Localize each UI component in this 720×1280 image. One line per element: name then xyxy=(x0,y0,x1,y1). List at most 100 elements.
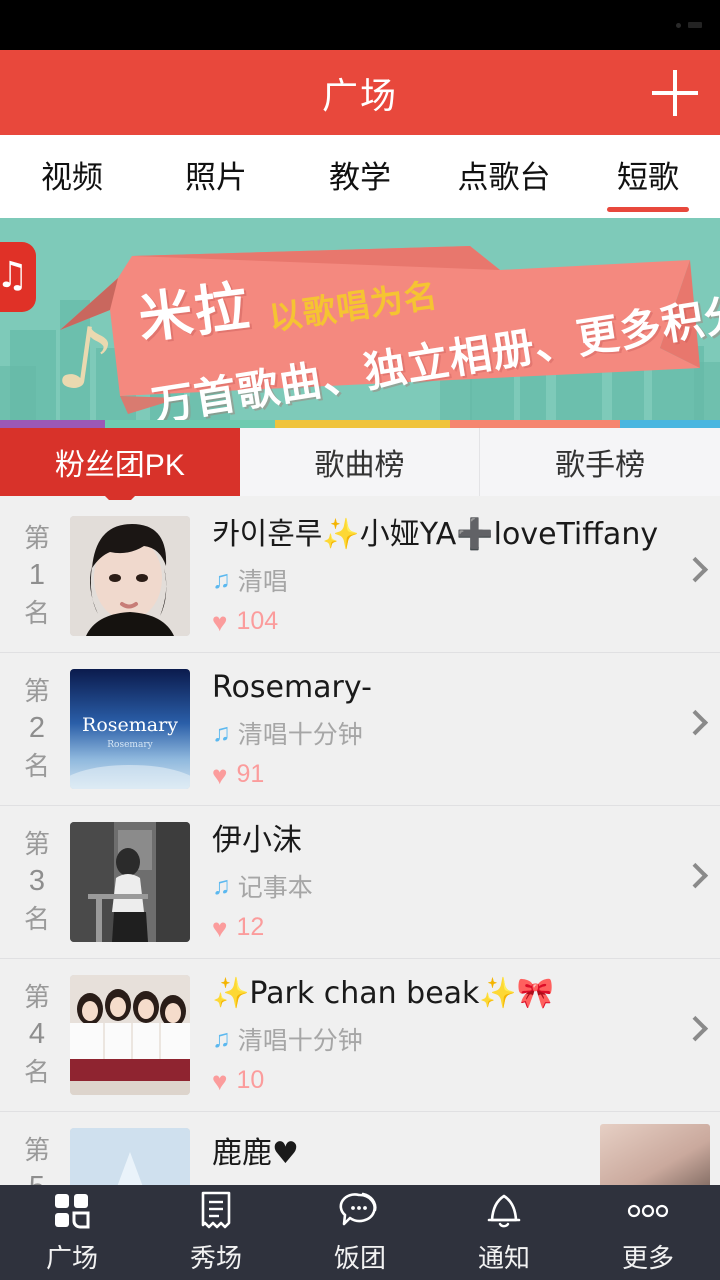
rank-tab-singer-chart-label: 歌手榜 xyxy=(555,449,646,482)
music-note-icon: ♫ xyxy=(212,718,231,747)
like-count: 12 xyxy=(236,913,265,942)
song-title: 清唱十分钟 xyxy=(237,721,363,750)
avatar[interactable]: Rosemary Rosemary xyxy=(70,669,190,789)
heart-icon: ♥ xyxy=(212,912,228,943)
status-bar xyxy=(0,0,720,50)
tab-song-request[interactable]: 点歌台 xyxy=(432,135,576,218)
like-count: 104 xyxy=(236,607,279,636)
song-row: ♫ 清唱十分钟 xyxy=(212,715,706,751)
song-row: ♫ 清唱十分钟 xyxy=(212,1021,706,1057)
avatar-portrait-image xyxy=(70,516,190,636)
banner-ribbon: ♪ 米拉 以歌唱为名 万首歌曲、独立相册、更多积分 xyxy=(0,218,720,420)
table-row[interactable]: 第 1 名 카이훈루✨小娅YA➕loveTiffany ♫ 清唱 ♥ 104 xyxy=(0,500,720,653)
nav-item-more-label: 更多 xyxy=(621,1242,674,1273)
ranking-list[interactable]: 第 1 名 카이훈루✨小娅YA➕loveTiffany ♫ 清唱 ♥ 104 第… xyxy=(0,500,720,1185)
likes-row: ♥ 10 xyxy=(212,1066,706,1095)
tab-song-request-label: 点歌台 xyxy=(457,160,551,195)
receipt-icon xyxy=(199,1191,233,1231)
avatar-subcaption: Rosemary xyxy=(107,740,153,750)
rank-label: 第 1 名 xyxy=(14,521,60,630)
avatar-rosemary-image: Rosemary Rosemary xyxy=(70,669,190,789)
rank-label: 第 3 名 xyxy=(14,827,60,936)
tab-short-song[interactable]: 短歌 xyxy=(576,135,720,218)
nav-item-notifications-label: 通知 xyxy=(477,1242,530,1273)
avatar-girl-group-image xyxy=(70,975,190,1095)
nav-item-more[interactable]: 更多 xyxy=(576,1191,720,1275)
status-bar-indicators xyxy=(676,22,702,28)
music-note-icon: ♫ xyxy=(212,871,231,900)
table-row[interactable]: 第 4 名 ✨Park chan beak✨🎀 ♫ 清唱十分钟 ♥ 10 xyxy=(0,959,720,1112)
tab-photo[interactable]: 照片 xyxy=(144,135,288,218)
heart-icon: ♥ xyxy=(212,1065,228,1096)
add-button[interactable] xyxy=(652,69,698,116)
tab-teaching[interactable]: 教学 xyxy=(288,135,432,218)
rank-prefix: 第 xyxy=(23,1135,50,1166)
rank-number: 2 xyxy=(28,712,46,745)
page-title: 广场 xyxy=(321,74,398,116)
color-strip xyxy=(0,420,720,428)
rank-prefix: 第 xyxy=(23,829,50,860)
nav-item-showroom-label: 秀场 xyxy=(189,1242,242,1273)
song-title: 清唱 xyxy=(237,568,288,597)
table-row[interactable]: 第 2 名 Rosemary Rosemary Rosemary- ♫ 清唱十分… xyxy=(0,653,720,806)
nav-item-showroom[interactable]: 秀场 xyxy=(144,1191,288,1275)
rank-tab-singer-chart[interactable]: 歌手榜 xyxy=(480,428,720,496)
rank-tab-bar: 粉丝团PK 歌曲榜 歌手榜 xyxy=(0,428,720,511)
nav-item-notifications[interactable]: 通知 xyxy=(432,1191,576,1275)
signal-icon xyxy=(676,22,681,28)
tab-video-label: 视频 xyxy=(41,160,103,195)
song-row: ♫ 清唱 xyxy=(212,562,706,598)
rank-suffix: 名 xyxy=(23,1056,50,1087)
rank-tab-fanclub-pk[interactable]: 粉丝团PK xyxy=(0,428,240,511)
more-dots-icon xyxy=(626,1191,670,1231)
avatar[interactable] xyxy=(70,1128,190,1185)
avatar[interactable] xyxy=(70,822,190,942)
avatar[interactable] xyxy=(70,516,190,636)
app-header: 广场 xyxy=(0,50,720,135)
nav-item-fanclub[interactable]: 饭团 xyxy=(288,1191,432,1275)
username: Rosemary- xyxy=(212,669,372,705)
username: 伊小沫 xyxy=(212,822,302,858)
likes-row: ♥ 91 xyxy=(212,760,706,789)
color-strip-segment xyxy=(620,420,720,428)
rank-tab-fanclub-pk-label: 粉丝团PK xyxy=(54,449,185,482)
promo-banner[interactable]: ♫ ♪ 米拉 以歌唱为名 万首歌曲、独立相册、更多积分 xyxy=(0,218,720,420)
song-row: ♫ 记事本 xyxy=(212,868,706,904)
row-info: 카이훈루✨小娅YA➕loveTiffany ♫ 清唱 ♥ 104 xyxy=(212,516,706,637)
rank-prefix: 第 xyxy=(23,523,50,554)
song-title: 清唱十分钟 xyxy=(237,1027,363,1056)
rank-suffix: 名 xyxy=(23,750,50,781)
tab-short-song-label: 短歌 xyxy=(617,160,679,195)
table-row[interactable]: 第 3 名 伊小沫 ♫ 记事本 ♥ 12 xyxy=(0,806,720,959)
heart-icon: ♥ xyxy=(212,606,228,637)
avatar[interactable] xyxy=(70,975,190,1095)
row-secondary-thumbnail[interactable] xyxy=(600,1124,710,1185)
rank-label: 第 4 名 xyxy=(14,980,60,1089)
app-root: 广场 视频 照片 教学 点歌台 短歌 ♫ ♪ 米拉 以歌唱为名 万首歌曲、独立相… xyxy=(0,0,720,1280)
rank-tab-song-chart-label: 歌曲榜 xyxy=(314,449,405,482)
tab-indicator-active xyxy=(607,207,689,212)
nav-item-plaza[interactable]: 广场 xyxy=(0,1191,144,1275)
rank-number: 5 xyxy=(29,1168,45,1185)
rank-tab-song-chart[interactable]: 歌曲榜 xyxy=(240,428,481,496)
heart-icon: ♥ xyxy=(212,759,228,790)
row-info: Rosemary- ♫ 清唱十分钟 ♥ 91 xyxy=(212,669,706,790)
color-strip-segment xyxy=(0,420,105,428)
table-row[interactable]: 第 5 名 鹿鹿♥ ♫ ♥ xyxy=(0,1112,720,1185)
tab-video[interactable]: 视频 xyxy=(0,135,144,218)
like-count: 91 xyxy=(236,760,265,789)
color-strip-segment xyxy=(275,420,450,428)
battery-icon xyxy=(688,22,702,28)
bell-icon xyxy=(485,1191,523,1231)
color-strip-segment xyxy=(105,420,275,428)
rank-prefix: 第 xyxy=(23,982,50,1013)
color-strip-segment xyxy=(450,420,620,428)
bottom-navigation-bar: 广场 秀场 饭团 通知 更多 xyxy=(0,1185,720,1280)
rank-label: 第 2 名 xyxy=(14,674,60,783)
category-tab-bar: 视频 照片 教学 点歌台 短歌 xyxy=(0,135,720,218)
rank-number: 3 xyxy=(28,865,46,898)
username: 카이훈루✨小娅YA➕loveTiffany xyxy=(212,516,659,552)
rank-number: 1 xyxy=(28,559,46,592)
tab-teaching-label: 教学 xyxy=(329,160,391,195)
grid-icon xyxy=(53,1191,91,1231)
